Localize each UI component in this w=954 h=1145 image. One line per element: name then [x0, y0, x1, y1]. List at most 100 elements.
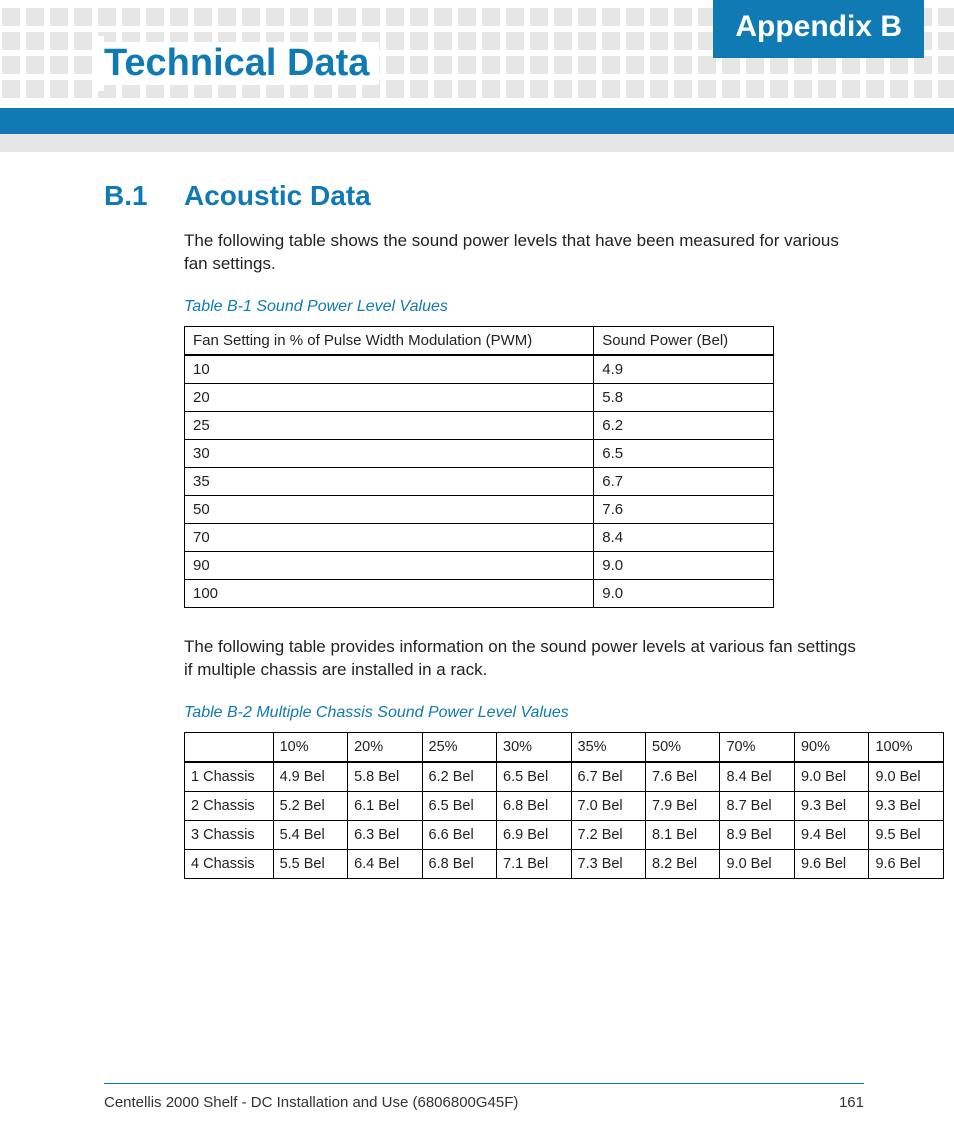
table-row-label: 3 Chassis — [185, 820, 274, 849]
table-cell: 9.5 Bel — [869, 820, 944, 849]
table-cell: 20 — [185, 383, 594, 411]
table-cell: 6.2 — [594, 411, 774, 439]
table-cell: 9.4 Bel — [794, 820, 868, 849]
table-b2-caption: Table B-2 Multiple Chassis Sound Power L… — [184, 704, 864, 722]
table-b2: 10%20%25%30%35%50%70%90%100% 1 Chassis4.… — [184, 732, 944, 879]
table-cell: 4.9 — [594, 355, 774, 384]
header-gray-bar — [0, 134, 954, 152]
section-intro-1: The following table shows the sound powe… — [184, 230, 864, 276]
table-row: 306.5 — [185, 439, 774, 467]
table-row: 4 Chassis5.5 Bel6.4 Bel6.8 Bel7.1 Bel7.3… — [185, 849, 944, 878]
table-cell: 5.5 Bel — [273, 849, 347, 878]
table-b2-head-cell: 90% — [794, 732, 868, 762]
table-b1-head-col1: Fan Setting in % of Pulse Width Modulati… — [185, 326, 594, 355]
table-cell: 9.0 Bel — [720, 849, 794, 878]
table-b2-head-cell: 25% — [422, 732, 496, 762]
table-row: 2 Chassis5.2 Bel6.1 Bel6.5 Bel6.8 Bel7.0… — [185, 791, 944, 820]
table-row: 356.7 — [185, 467, 774, 495]
section-intro-2: The following table provides information… — [184, 636, 864, 682]
table-cell: 70 — [185, 523, 594, 551]
table-cell: 30 — [185, 439, 594, 467]
table-cell: 9.6 Bel — [794, 849, 868, 878]
table-cell: 8.7 Bel — [720, 791, 794, 820]
table-row: 205.8 — [185, 383, 774, 411]
table-cell: 6.4 Bel — [348, 849, 422, 878]
table-cell: 9.0 — [594, 551, 774, 579]
table-cell: 10 — [185, 355, 594, 384]
header-blue-bar — [0, 108, 954, 134]
table-cell: 6.8 Bel — [422, 849, 496, 878]
table-cell: 6.7 Bel — [571, 762, 645, 792]
table-cell: 6.5 Bel — [422, 791, 496, 820]
appendix-tab: Appendix B — [713, 0, 924, 58]
table-cell: 9.0 Bel — [869, 762, 944, 792]
table-cell: 8.2 Bel — [646, 849, 720, 878]
table-cell: 5.2 Bel — [273, 791, 347, 820]
table-cell: 8.1 Bel — [646, 820, 720, 849]
table-cell: 7.2 Bel — [571, 820, 645, 849]
table-row: 909.0 — [185, 551, 774, 579]
table-b2-head-cell: 50% — [646, 732, 720, 762]
table-row: 1 Chassis4.9 Bel5.8 Bel6.2 Bel6.5 Bel6.7… — [185, 762, 944, 792]
table-cell: 6.3 Bel — [348, 820, 422, 849]
table-cell: 9.0 Bel — [794, 762, 868, 792]
table-cell: 90 — [185, 551, 594, 579]
table-cell: 6.9 Bel — [497, 820, 571, 849]
table-cell: 35 — [185, 467, 594, 495]
table-b1-head-col2: Sound Power (Bel) — [594, 326, 774, 355]
footer-doc-title: Centellis 2000 Shelf - DC Installation a… — [104, 1094, 518, 1111]
table-cell: 6.7 — [594, 467, 774, 495]
table-cell: 9.3 Bel — [794, 791, 868, 820]
table-b2-head-cell: 35% — [571, 732, 645, 762]
table-cell: 8.4 Bel — [720, 762, 794, 792]
table-row-label: 1 Chassis — [185, 762, 274, 792]
table-cell: 100 — [185, 579, 594, 607]
table-cell: 5.8 — [594, 383, 774, 411]
table-cell: 9.6 Bel — [869, 849, 944, 878]
section-title: Acoustic Data — [184, 180, 371, 212]
table-b1: Fan Setting in % of Pulse Width Modulati… — [184, 326, 774, 608]
table-b1-caption: Table B-1 Sound Power Level Values — [184, 298, 864, 316]
table-b2-head-cell: 70% — [720, 732, 794, 762]
table-cell: 7.6 Bel — [646, 762, 720, 792]
footer-page-number: 161 — [839, 1094, 864, 1111]
table-cell: 6.2 Bel — [422, 762, 496, 792]
table-b2-head-cell: 100% — [869, 732, 944, 762]
table-cell: 7.9 Bel — [646, 791, 720, 820]
table-cell: 50 — [185, 495, 594, 523]
table-b2-head-cell: 30% — [497, 732, 571, 762]
table-cell: 7.0 Bel — [571, 791, 645, 820]
table-row-label: 2 Chassis — [185, 791, 274, 820]
table-b2-head-cell: 10% — [273, 732, 347, 762]
table-cell: 8.4 — [594, 523, 774, 551]
table-row: 507.6 — [185, 495, 774, 523]
table-cell: 9.3 Bel — [869, 791, 944, 820]
table-row-label: 4 Chassis — [185, 849, 274, 878]
table-row: 256.2 — [185, 411, 774, 439]
page-footer: Centellis 2000 Shelf - DC Installation a… — [104, 1083, 864, 1111]
page-content: B.1 Acoustic Data The following table sh… — [104, 180, 864, 907]
table-cell: 6.5 — [594, 439, 774, 467]
table-cell: 6.5 Bel — [497, 762, 571, 792]
table-cell: 5.8 Bel — [348, 762, 422, 792]
table-cell: 4.9 Bel — [273, 762, 347, 792]
section-heading: B.1 Acoustic Data — [104, 180, 864, 212]
table-row: 3 Chassis5.4 Bel6.3 Bel6.6 Bel6.9 Bel7.2… — [185, 820, 944, 849]
chapter-title: Technical Data — [104, 42, 379, 85]
section-number: B.1 — [104, 180, 152, 212]
table-cell: 5.4 Bel — [273, 820, 347, 849]
table-b2-head-cell: 20% — [348, 732, 422, 762]
table-row: 104.9 — [185, 355, 774, 384]
table-cell: 7.3 Bel — [571, 849, 645, 878]
table-row: 1009.0 — [185, 579, 774, 607]
table-cell: 6.1 Bel — [348, 791, 422, 820]
table-cell: 8.9 Bel — [720, 820, 794, 849]
table-cell: 9.0 — [594, 579, 774, 607]
table-cell: 6.8 Bel — [497, 791, 571, 820]
table-row: 708.4 — [185, 523, 774, 551]
table-b2-head-cell — [185, 732, 274, 762]
table-cell: 25 — [185, 411, 594, 439]
table-cell: 6.6 Bel — [422, 820, 496, 849]
table-cell: 7.6 — [594, 495, 774, 523]
table-cell: 7.1 Bel — [497, 849, 571, 878]
